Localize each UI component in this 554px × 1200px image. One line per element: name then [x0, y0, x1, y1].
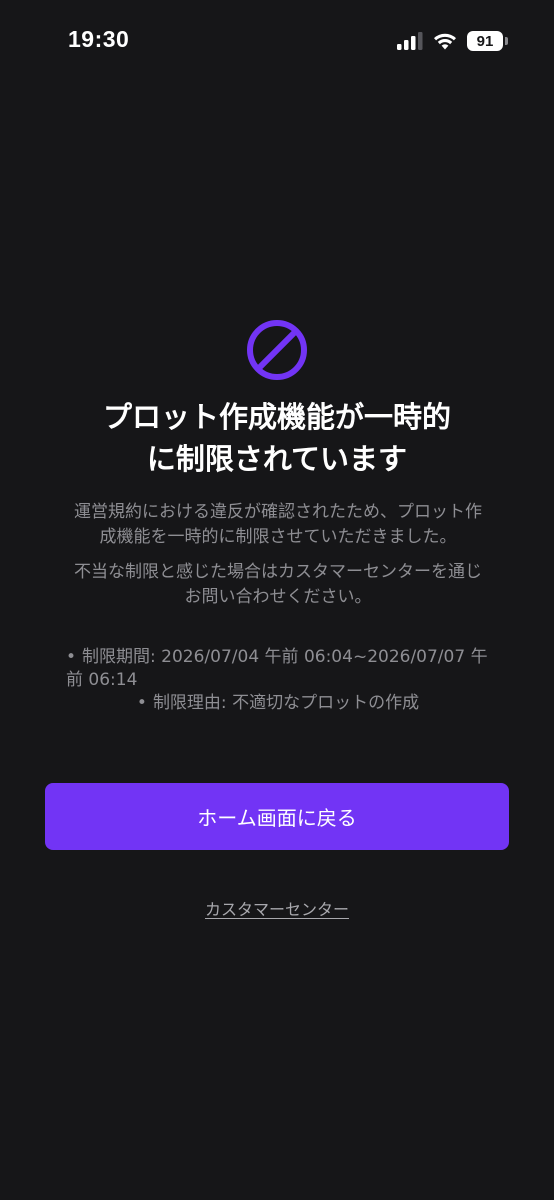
restriction-reason-text: 制限理由: 不適切なプロットの作成 — [152, 693, 420, 713]
wifi-icon — [434, 33, 456, 50]
restriction-period-text: 制限期間: 2026/07/04 午前 06:04~2026/07/07 午前 … — [66, 647, 488, 690]
restriction-reason: • 制限理由: 不適切なプロットの作成 — [66, 692, 490, 715]
signal-icon — [397, 32, 423, 50]
home-button[interactable]: ホーム画面に戻る — [45, 783, 509, 850]
restriction-period: • 制限期間: 2026/07/04 午前 06:04~2026/07/07 午前… — [66, 646, 490, 692]
description-paragraph-1: 運営規約における違反が確認されたため、プロット作成機能を一時的に制限させていただ… — [74, 502, 482, 547]
battery-icon: 91 — [467, 31, 508, 51]
page-title: プロット作成機能が一時的 に制限されています — [0, 396, 554, 480]
prohibited-icon — [247, 320, 307, 380]
status-time: 19:30 — [68, 26, 130, 52]
page-title-line-2: に制限されています — [146, 442, 408, 476]
status-icons: 91 — [397, 30, 508, 52]
customer-center-link[interactable]: カスタマーセンター — [205, 900, 349, 919]
bullet: • — [66, 647, 77, 667]
page-title-line-1: プロット作成機能が一時的 — [102, 400, 451, 434]
battery-level: 91 — [467, 31, 503, 51]
customer-center-link-row: カスタマーセンター — [0, 896, 554, 920]
status-bar: 19:30 91 — [0, 0, 554, 84]
restriction-details: • 制限期間: 2026/07/04 午前 06:04~2026/07/07 午前… — [66, 646, 490, 715]
description-paragraph-2: 不当な制限と感じた場合はカスタマーセンターを通じお問い合わせください。 — [74, 562, 482, 607]
restriction-description: 運営規約における違反が確認されたため、プロット作成機能を一時的に制限させていただ… — [66, 500, 490, 610]
bullet: • — [136, 693, 147, 713]
